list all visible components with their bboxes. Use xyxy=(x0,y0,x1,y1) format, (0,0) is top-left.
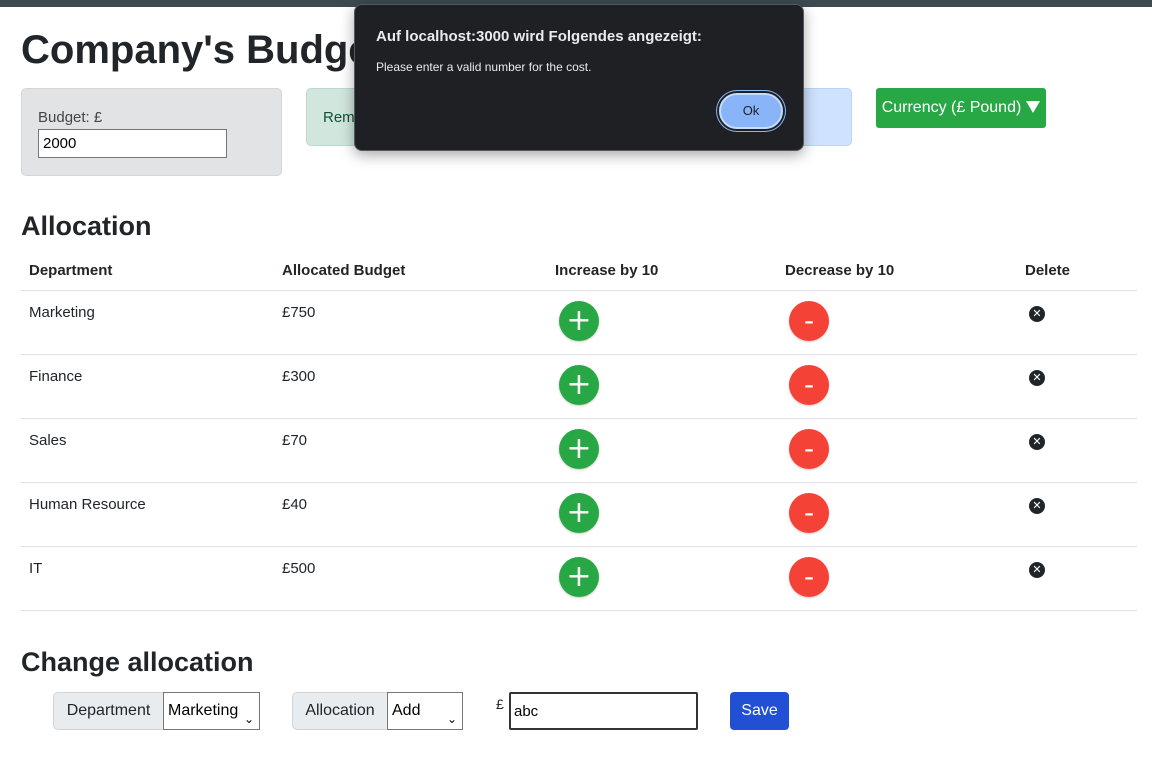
increase-button[interactable]: + xyxy=(559,429,599,469)
header-decrease: Decrease by 10 xyxy=(785,262,895,279)
budget-label: Budget: £ xyxy=(38,109,103,126)
delete-circle-icon[interactable]: ✕ xyxy=(1029,434,1045,450)
change-allocation-title: Change allocation xyxy=(21,647,254,677)
row-budget: £300 xyxy=(282,368,316,385)
currency-label: Currency (£ Pound) xyxy=(881,99,1022,116)
ok-button[interactable]: Ok xyxy=(719,93,783,129)
delete-circle-icon[interactable]: ✕ xyxy=(1029,370,1045,386)
allocation-title: Allocation xyxy=(21,211,152,241)
row-department: Marketing xyxy=(29,304,95,321)
decrease-button[interactable]: - xyxy=(789,493,829,533)
plus-icon: + xyxy=(566,431,592,466)
cost-input[interactable] xyxy=(509,692,698,730)
delete-circle-icon[interactable]: ✕ xyxy=(1029,306,1045,322)
plus-icon: + xyxy=(566,367,592,402)
row-budget: £750 xyxy=(282,304,316,321)
minus-icon: - xyxy=(803,304,815,337)
allocation-selected: Add xyxy=(392,702,421,719)
decrease-button[interactable]: - xyxy=(789,301,829,341)
row-department: Sales xyxy=(29,432,67,449)
header-allocated-budget: Allocated Budget xyxy=(282,262,406,279)
increase-button[interactable]: + xyxy=(559,301,599,341)
currency-dropdown-button[interactable]: Currency (£ Pound) xyxy=(876,88,1046,128)
plus-icon: + xyxy=(566,303,592,338)
table-row: Sales £70 + - ✕ xyxy=(0,419,1152,483)
decrease-button[interactable]: - xyxy=(789,429,829,469)
save-button[interactable]: Save xyxy=(730,692,789,730)
row-department: Finance xyxy=(29,368,83,385)
minus-icon: - xyxy=(803,560,815,593)
table-row: Human Resource £40 + - ✕ xyxy=(0,483,1152,547)
department-select[interactable]: Marketing ⌄ xyxy=(163,692,260,730)
increase-button[interactable]: + xyxy=(559,557,599,597)
dialog-title: Auf localhost:3000 wird Folgendes angeze… xyxy=(376,28,702,45)
currency-symbol: £ xyxy=(496,696,504,712)
minus-icon: - xyxy=(803,496,815,529)
department-selected: Marketing xyxy=(168,702,239,719)
row-budget: £40 xyxy=(282,496,308,513)
header-department: Department xyxy=(29,262,113,279)
department-label: Department xyxy=(53,692,164,730)
remaining-label: Rem xyxy=(323,109,355,126)
plus-icon: + xyxy=(566,559,592,594)
increase-button[interactable]: + xyxy=(559,365,599,405)
decrease-button[interactable]: - xyxy=(789,557,829,597)
table-row: Finance £300 + - ✕ xyxy=(0,355,1152,419)
chevron-down-icon: ⌄ xyxy=(243,712,254,726)
row-department: IT xyxy=(29,560,43,577)
row-department: Human Resource xyxy=(29,496,146,513)
row-budget: £70 xyxy=(282,432,308,449)
allocation-label: Allocation xyxy=(292,692,388,730)
budget-input[interactable] xyxy=(38,129,227,158)
dialog-message: Please enter a valid number for the cost… xyxy=(376,60,592,74)
header-delete: Delete xyxy=(1025,262,1071,279)
chevron-down-icon: ⌄ xyxy=(446,712,457,726)
table-row: Marketing £750 + - ✕ xyxy=(0,291,1152,355)
minus-icon: - xyxy=(803,368,815,401)
plus-icon: + xyxy=(566,495,592,530)
budget-card: Budget: £ xyxy=(21,88,282,176)
alert-dialog: Auf localhost:3000 wird Folgendes angeze… xyxy=(354,4,804,151)
caret-down-icon xyxy=(1026,101,1041,113)
header-increase: Increase by 10 xyxy=(555,262,659,279)
allocation-select[interactable]: Add ⌄ xyxy=(387,692,463,730)
page-title: Company's Budget xyxy=(21,28,384,72)
delete-circle-icon[interactable]: ✕ xyxy=(1029,498,1045,514)
table-divider xyxy=(21,610,1137,611)
table-row: IT £500 + - ✕ xyxy=(0,547,1152,611)
increase-button[interactable]: + xyxy=(559,493,599,533)
row-budget: £500 xyxy=(282,560,316,577)
minus-icon: - xyxy=(803,432,815,465)
delete-circle-icon[interactable]: ✕ xyxy=(1029,562,1045,578)
decrease-button[interactable]: - xyxy=(789,365,829,405)
